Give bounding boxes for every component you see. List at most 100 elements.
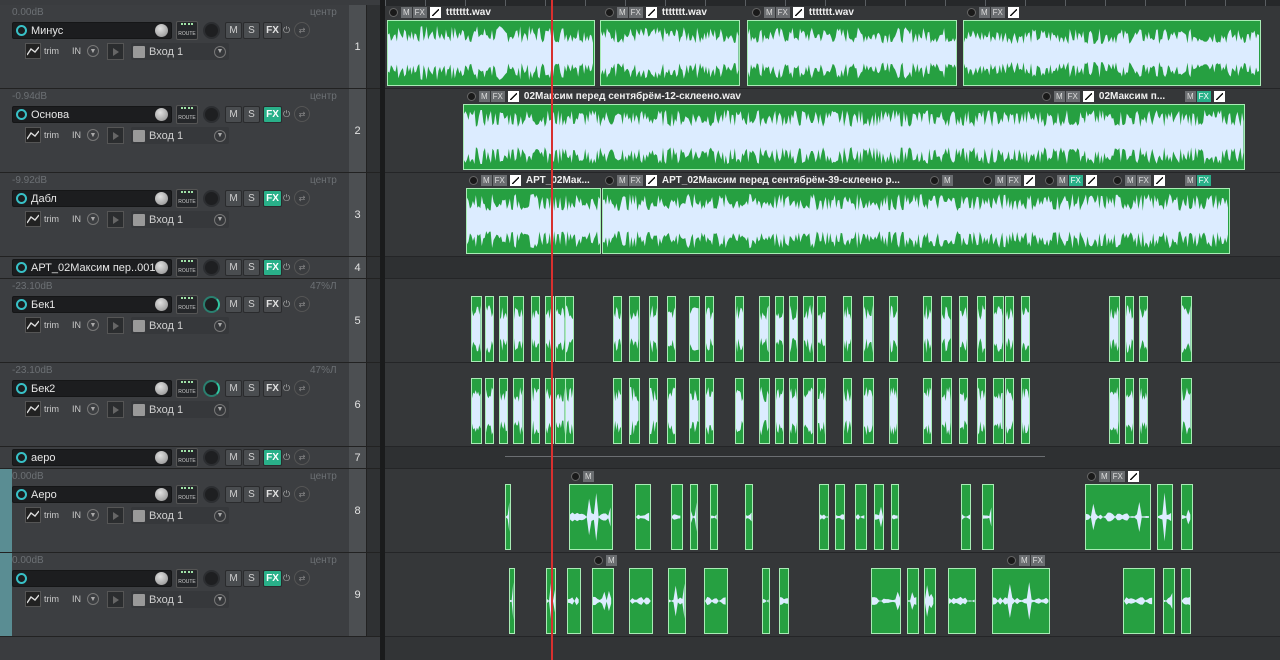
item-fx-button[interactable]: FX bbox=[1196, 175, 1211, 186]
fx-button[interactable]: FX bbox=[263, 486, 282, 503]
volume-knob-icon[interactable] bbox=[155, 261, 168, 274]
media-item[interactable] bbox=[817, 378, 826, 444]
track-6[interactable]: -23.10dB 47%Л Бек2 ROUTE M S FX ⏻ ⇄ trim IN ▼ Вхо… bbox=[0, 363, 380, 447]
item-header[interactable]: M FX ttttttt.wav bbox=[389, 6, 491, 19]
input-select[interactable]: Вход 1 ▼ bbox=[131, 507, 229, 524]
fx-bypass-icon[interactable]: ⏻ bbox=[283, 259, 290, 276]
media-item[interactable] bbox=[613, 296, 622, 362]
track-name-field[interactable]: Аеро bbox=[12, 486, 172, 503]
item-mute-button[interactable]: M bbox=[1125, 175, 1136, 186]
envelope-icon[interactable]: ⇄ bbox=[294, 380, 310, 396]
item-mute-button[interactable]: M bbox=[995, 175, 1006, 186]
item-mute-button[interactable]: M bbox=[606, 555, 617, 566]
item-envelope-icon[interactable] bbox=[1127, 471, 1139, 482]
fx-button[interactable]: FX bbox=[263, 296, 282, 313]
media-item[interactable] bbox=[1085, 484, 1151, 550]
media-item[interactable] bbox=[889, 296, 898, 362]
item-header[interactable]: M FX bbox=[1185, 90, 1225, 103]
media-item[interactable] bbox=[835, 484, 845, 550]
item-fx-button[interactable]: FX bbox=[628, 175, 643, 186]
track-3[interactable]: -9.92dB центр Дабл ROUTE M S FX ⏻ ⇄ trim IN ▼ Вхо… bbox=[0, 173, 380, 257]
take-indicator-icon[interactable] bbox=[467, 92, 476, 101]
input-dropdown-icon[interactable]: ▼ bbox=[87, 593, 99, 605]
item-mute-button[interactable]: M bbox=[617, 7, 628, 18]
media-item[interactable] bbox=[1005, 296, 1014, 362]
record-arm-icon[interactable] bbox=[16, 262, 27, 273]
media-item[interactable] bbox=[843, 296, 852, 362]
media-item[interactable] bbox=[513, 378, 524, 444]
item-header[interactable]: M FX bbox=[1087, 470, 1139, 483]
envelope-icon[interactable]: ⇄ bbox=[294, 106, 310, 122]
route-button[interactable]: ROUTE bbox=[176, 21, 198, 40]
media-item[interactable] bbox=[762, 568, 770, 634]
media-item[interactable] bbox=[505, 484, 511, 550]
fx-bypass-icon[interactable]: ⏻ bbox=[283, 106, 290, 123]
volume-knob-icon[interactable] bbox=[155, 382, 168, 395]
media-item[interactable] bbox=[567, 568, 581, 634]
fx-bypass-icon[interactable]: ⏻ bbox=[283, 570, 290, 587]
media-item[interactable] bbox=[565, 296, 574, 362]
item-fx-button[interactable]: FX bbox=[1136, 175, 1151, 186]
input-dropdown-icon[interactable]: ▼ bbox=[87, 213, 99, 225]
item-mute-button[interactable]: M bbox=[979, 7, 990, 18]
trim-envelope-icon[interactable] bbox=[25, 401, 41, 417]
media-item[interactable] bbox=[1181, 568, 1191, 634]
item-header[interactable]: M FX bbox=[1185, 174, 1211, 187]
item-fx-button[interactable]: FX bbox=[1030, 555, 1045, 566]
media-item[interactable] bbox=[485, 378, 494, 444]
take-indicator-icon[interactable] bbox=[1087, 472, 1096, 481]
media-item[interactable] bbox=[671, 484, 683, 550]
route-button[interactable]: ROUTE bbox=[176, 485, 198, 504]
item-fx-button[interactable]: FX bbox=[1068, 175, 1083, 186]
take-indicator-icon[interactable] bbox=[571, 472, 580, 481]
media-item[interactable] bbox=[531, 296, 540, 362]
item-header[interactable]: M FX bbox=[1113, 174, 1165, 187]
media-item[interactable] bbox=[891, 484, 899, 550]
input-select[interactable]: Вход 1 ▼ bbox=[131, 401, 229, 418]
pan-knob-icon[interactable] bbox=[203, 22, 220, 39]
record-monitor-button[interactable] bbox=[107, 127, 124, 144]
media-item[interactable] bbox=[745, 484, 753, 550]
item-envelope-icon[interactable] bbox=[792, 7, 804, 18]
solo-button[interactable]: S bbox=[243, 449, 260, 466]
media-item[interactable] bbox=[803, 296, 814, 362]
media-item[interactable] bbox=[759, 378, 770, 444]
mute-button[interactable]: M bbox=[225, 486, 242, 503]
track-name-field[interactable]: Бек2 bbox=[12, 380, 172, 397]
media-item[interactable] bbox=[668, 568, 686, 634]
track-resize-handle[interactable] bbox=[366, 257, 380, 278]
item-mute-button[interactable]: M bbox=[479, 91, 490, 102]
volume-knob-icon[interactable] bbox=[155, 192, 168, 205]
track-9[interactable]: 0.00dB центр ROUTE M S FX ⏻ ⇄ trim IN ▼ Вход 1 ▼ … bbox=[0, 553, 380, 637]
pan-knob-icon[interactable] bbox=[203, 570, 220, 587]
item-fx-button[interactable]: FX bbox=[1110, 471, 1125, 482]
volume-knob-icon[interactable] bbox=[155, 24, 168, 37]
media-item[interactable] bbox=[466, 188, 601, 254]
record-monitor-button[interactable] bbox=[107, 43, 124, 60]
input-dropdown-icon[interactable]: ▼ bbox=[87, 509, 99, 521]
take-indicator-icon[interactable] bbox=[469, 176, 478, 185]
take-indicator-icon[interactable] bbox=[1007, 556, 1016, 565]
media-item[interactable] bbox=[513, 296, 524, 362]
media-item[interactable] bbox=[592, 568, 614, 634]
media-item[interactable] bbox=[1021, 296, 1030, 362]
solo-button[interactable]: S bbox=[243, 296, 260, 313]
media-item[interactable] bbox=[982, 484, 994, 550]
media-item[interactable] bbox=[387, 20, 595, 86]
envelope-icon[interactable]: ⇄ bbox=[294, 486, 310, 502]
media-item[interactable] bbox=[649, 296, 658, 362]
envelope-icon[interactable]: ⇄ bbox=[294, 259, 310, 275]
media-item[interactable] bbox=[941, 296, 952, 362]
input-select[interactable]: Вход 1 ▼ bbox=[131, 211, 229, 228]
take-indicator-icon[interactable] bbox=[594, 556, 603, 565]
media-item[interactable] bbox=[1139, 296, 1148, 362]
media-item[interactable] bbox=[471, 296, 482, 362]
track-2[interactable]: -0.94dB центр Основа ROUTE M S FX ⏻ ⇄ trim IN ▼ В… bbox=[0, 89, 380, 173]
media-item[interactable] bbox=[747, 20, 957, 86]
volume-knob-icon[interactable] bbox=[155, 108, 168, 121]
item-envelope-icon[interactable] bbox=[645, 175, 657, 186]
fx-bypass-icon[interactable]: ⏻ bbox=[283, 486, 290, 503]
item-envelope-icon[interactable] bbox=[1007, 7, 1019, 18]
media-item[interactable] bbox=[941, 378, 952, 444]
record-arm-icon[interactable] bbox=[16, 193, 27, 204]
